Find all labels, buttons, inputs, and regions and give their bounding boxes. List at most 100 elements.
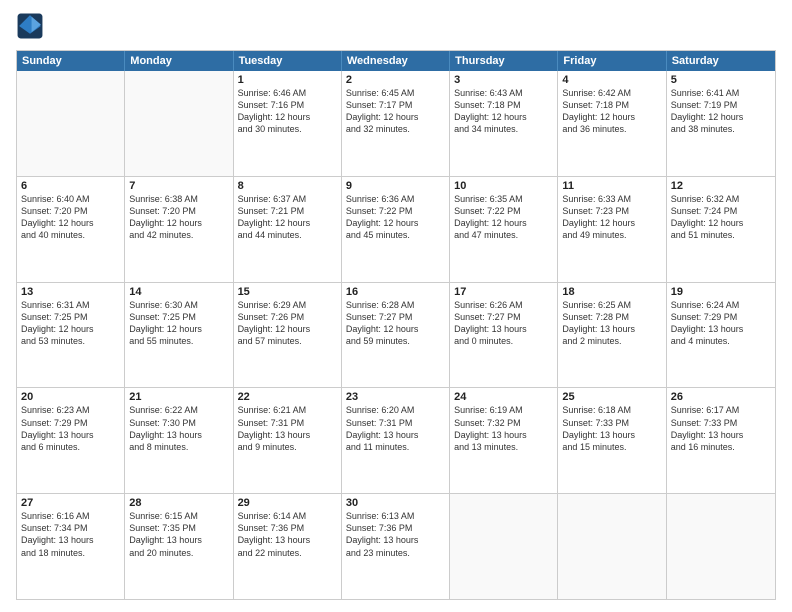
day-cell-25: 25Sunrise: 6:18 AM Sunset: 7:33 PM Dayli…	[558, 388, 666, 493]
day-info: Sunrise: 6:32 AM Sunset: 7:24 PM Dayligh…	[671, 193, 771, 242]
day-number: 5	[671, 74, 771, 86]
calendar-row-4: 20Sunrise: 6:23 AM Sunset: 7:29 PM Dayli…	[17, 388, 775, 494]
day-number: 27	[21, 497, 120, 509]
day-number: 20	[21, 391, 120, 403]
empty-cell-r0c0	[17, 71, 125, 176]
page: SundayMondayTuesdayWednesdayThursdayFrid…	[0, 0, 792, 612]
empty-cell-r4c5	[558, 494, 666, 599]
day-info: Sunrise: 6:36 AM Sunset: 7:22 PM Dayligh…	[346, 193, 445, 242]
day-cell-15: 15Sunrise: 6:29 AM Sunset: 7:26 PM Dayli…	[234, 283, 342, 388]
day-number: 19	[671, 286, 771, 298]
day-number: 6	[21, 180, 120, 192]
logo-icon	[16, 12, 44, 40]
empty-cell-r4c6	[667, 494, 775, 599]
day-number: 2	[346, 74, 445, 86]
day-info: Sunrise: 6:35 AM Sunset: 7:22 PM Dayligh…	[454, 193, 553, 242]
day-info: Sunrise: 6:21 AM Sunset: 7:31 PM Dayligh…	[238, 404, 337, 453]
day-number: 30	[346, 497, 445, 509]
day-number: 17	[454, 286, 553, 298]
calendar-row-3: 13Sunrise: 6:31 AM Sunset: 7:25 PM Dayli…	[17, 283, 775, 389]
day-cell-23: 23Sunrise: 6:20 AM Sunset: 7:31 PM Dayli…	[342, 388, 450, 493]
day-cell-7: 7Sunrise: 6:38 AM Sunset: 7:20 PM Daylig…	[125, 177, 233, 282]
day-info: Sunrise: 6:15 AM Sunset: 7:35 PM Dayligh…	[129, 510, 228, 559]
day-info: Sunrise: 6:28 AM Sunset: 7:27 PM Dayligh…	[346, 299, 445, 348]
day-number: 21	[129, 391, 228, 403]
day-number: 10	[454, 180, 553, 192]
day-info: Sunrise: 6:18 AM Sunset: 7:33 PM Dayligh…	[562, 404, 661, 453]
day-info: Sunrise: 6:45 AM Sunset: 7:17 PM Dayligh…	[346, 87, 445, 136]
calendar-row-5: 27Sunrise: 6:16 AM Sunset: 7:34 PM Dayli…	[17, 494, 775, 599]
weekday-header-monday: Monday	[125, 51, 233, 71]
day-number: 29	[238, 497, 337, 509]
day-cell-28: 28Sunrise: 6:15 AM Sunset: 7:35 PM Dayli…	[125, 494, 233, 599]
day-cell-17: 17Sunrise: 6:26 AM Sunset: 7:27 PM Dayli…	[450, 283, 558, 388]
weekday-header-saturday: Saturday	[667, 51, 775, 71]
day-cell-3: 3Sunrise: 6:43 AM Sunset: 7:18 PM Daylig…	[450, 71, 558, 176]
day-cell-24: 24Sunrise: 6:19 AM Sunset: 7:32 PM Dayli…	[450, 388, 558, 493]
day-info: Sunrise: 6:26 AM Sunset: 7:27 PM Dayligh…	[454, 299, 553, 348]
calendar-header-row: SundayMondayTuesdayWednesdayThursdayFrid…	[17, 51, 775, 71]
calendar-body: 1Sunrise: 6:46 AM Sunset: 7:16 PM Daylig…	[17, 71, 775, 599]
weekday-header-friday: Friday	[558, 51, 666, 71]
weekday-header-tuesday: Tuesday	[234, 51, 342, 71]
day-cell-16: 16Sunrise: 6:28 AM Sunset: 7:27 PM Dayli…	[342, 283, 450, 388]
calendar-row-2: 6Sunrise: 6:40 AM Sunset: 7:20 PM Daylig…	[17, 177, 775, 283]
day-number: 3	[454, 74, 553, 86]
day-number: 7	[129, 180, 228, 192]
day-number: 26	[671, 391, 771, 403]
day-cell-9: 9Sunrise: 6:36 AM Sunset: 7:22 PM Daylig…	[342, 177, 450, 282]
empty-cell-r0c1	[125, 71, 233, 176]
weekday-header-thursday: Thursday	[450, 51, 558, 71]
day-number: 13	[21, 286, 120, 298]
day-info: Sunrise: 6:13 AM Sunset: 7:36 PM Dayligh…	[346, 510, 445, 559]
day-info: Sunrise: 6:19 AM Sunset: 7:32 PM Dayligh…	[454, 404, 553, 453]
day-cell-8: 8Sunrise: 6:37 AM Sunset: 7:21 PM Daylig…	[234, 177, 342, 282]
calendar: SundayMondayTuesdayWednesdayThursdayFrid…	[16, 50, 776, 600]
day-number: 9	[346, 180, 445, 192]
day-number: 28	[129, 497, 228, 509]
day-info: Sunrise: 6:24 AM Sunset: 7:29 PM Dayligh…	[671, 299, 771, 348]
day-info: Sunrise: 6:30 AM Sunset: 7:25 PM Dayligh…	[129, 299, 228, 348]
day-cell-30: 30Sunrise: 6:13 AM Sunset: 7:36 PM Dayli…	[342, 494, 450, 599]
day-info: Sunrise: 6:46 AM Sunset: 7:16 PM Dayligh…	[238, 87, 337, 136]
day-info: Sunrise: 6:14 AM Sunset: 7:36 PM Dayligh…	[238, 510, 337, 559]
day-number: 12	[671, 180, 771, 192]
day-cell-27: 27Sunrise: 6:16 AM Sunset: 7:34 PM Dayli…	[17, 494, 125, 599]
day-info: Sunrise: 6:22 AM Sunset: 7:30 PM Dayligh…	[129, 404, 228, 453]
day-info: Sunrise: 6:40 AM Sunset: 7:20 PM Dayligh…	[21, 193, 120, 242]
day-info: Sunrise: 6:42 AM Sunset: 7:18 PM Dayligh…	[562, 87, 661, 136]
logo	[16, 12, 48, 40]
day-info: Sunrise: 6:25 AM Sunset: 7:28 PM Dayligh…	[562, 299, 661, 348]
day-cell-26: 26Sunrise: 6:17 AM Sunset: 7:33 PM Dayli…	[667, 388, 775, 493]
day-cell-6: 6Sunrise: 6:40 AM Sunset: 7:20 PM Daylig…	[17, 177, 125, 282]
day-cell-2: 2Sunrise: 6:45 AM Sunset: 7:17 PM Daylig…	[342, 71, 450, 176]
day-info: Sunrise: 6:29 AM Sunset: 7:26 PM Dayligh…	[238, 299, 337, 348]
day-cell-14: 14Sunrise: 6:30 AM Sunset: 7:25 PM Dayli…	[125, 283, 233, 388]
day-cell-13: 13Sunrise: 6:31 AM Sunset: 7:25 PM Dayli…	[17, 283, 125, 388]
day-info: Sunrise: 6:20 AM Sunset: 7:31 PM Dayligh…	[346, 404, 445, 453]
day-info: Sunrise: 6:31 AM Sunset: 7:25 PM Dayligh…	[21, 299, 120, 348]
day-cell-11: 11Sunrise: 6:33 AM Sunset: 7:23 PM Dayli…	[558, 177, 666, 282]
day-cell-21: 21Sunrise: 6:22 AM Sunset: 7:30 PM Dayli…	[125, 388, 233, 493]
day-number: 4	[562, 74, 661, 86]
day-number: 23	[346, 391, 445, 403]
day-number: 14	[129, 286, 228, 298]
day-number: 1	[238, 74, 337, 86]
day-info: Sunrise: 6:41 AM Sunset: 7:19 PM Dayligh…	[671, 87, 771, 136]
day-cell-5: 5Sunrise: 6:41 AM Sunset: 7:19 PM Daylig…	[667, 71, 775, 176]
day-cell-1: 1Sunrise: 6:46 AM Sunset: 7:16 PM Daylig…	[234, 71, 342, 176]
day-info: Sunrise: 6:23 AM Sunset: 7:29 PM Dayligh…	[21, 404, 120, 453]
day-cell-12: 12Sunrise: 6:32 AM Sunset: 7:24 PM Dayli…	[667, 177, 775, 282]
day-info: Sunrise: 6:43 AM Sunset: 7:18 PM Dayligh…	[454, 87, 553, 136]
day-cell-18: 18Sunrise: 6:25 AM Sunset: 7:28 PM Dayli…	[558, 283, 666, 388]
day-number: 18	[562, 286, 661, 298]
weekday-header-wednesday: Wednesday	[342, 51, 450, 71]
day-info: Sunrise: 6:33 AM Sunset: 7:23 PM Dayligh…	[562, 193, 661, 242]
day-cell-22: 22Sunrise: 6:21 AM Sunset: 7:31 PM Dayli…	[234, 388, 342, 493]
day-cell-10: 10Sunrise: 6:35 AM Sunset: 7:22 PM Dayli…	[450, 177, 558, 282]
header	[16, 12, 776, 40]
weekday-header-sunday: Sunday	[17, 51, 125, 71]
calendar-row-1: 1Sunrise: 6:46 AM Sunset: 7:16 PM Daylig…	[17, 71, 775, 177]
day-info: Sunrise: 6:16 AM Sunset: 7:34 PM Dayligh…	[21, 510, 120, 559]
day-number: 11	[562, 180, 661, 192]
